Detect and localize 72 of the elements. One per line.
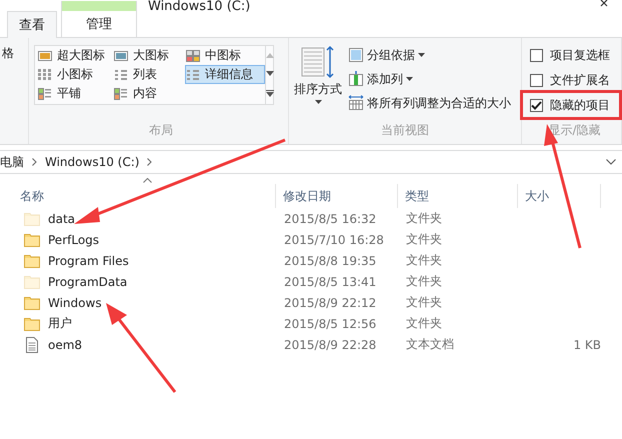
file-name[interactable]: oem8: [48, 338, 82, 352]
checkbox-label[interactable]: 隐藏的项目: [550, 96, 610, 114]
ribbon-tab[interactable]: 管理: [62, 11, 136, 37]
caret-icon: [418, 53, 425, 57]
view-command[interactable]: 分组依据: [348, 45, 511, 65]
date-cell-text: 2015/8/9 22:12: [283, 296, 378, 310]
file-name[interactable]: 用户: [48, 315, 72, 332]
view-layout-icon: [38, 88, 52, 100]
file-name[interactable]: PerfLogs: [48, 232, 100, 246]
layout-option[interactable]: 平铺: [37, 84, 113, 103]
file-name[interactable]: Windows: [48, 296, 102, 310]
checkbox-label[interactable]: 项目复选框: [550, 46, 610, 64]
file-name[interactable]: data: [48, 212, 76, 226]
group-label: 布局: [149, 122, 173, 139]
column-header[interactable]: 修改日期: [276, 184, 398, 208]
date-cell-text: 2015/8/8 19:35: [283, 254, 378, 268]
column-header[interactable]: 类型: [398, 184, 518, 208]
size-cell: 1 KB: [573, 338, 601, 352]
sort-icon: [301, 45, 335, 79]
date-cell-text: 2015/7/10 16:28: [283, 232, 385, 246]
type-cell-text: 文件夹: [405, 315, 443, 332]
sort-ascending-icon: [143, 178, 152, 183]
view-command[interactable]: 将所有列调整为合适的大小: [348, 93, 511, 113]
view-layout-icon: [186, 68, 200, 80]
checkbox[interactable]: [530, 74, 543, 86]
view-layout-icon: [114, 68, 128, 80]
type-cell-text: 文件夹: [405, 231, 443, 248]
breadcrumb[interactable]: Windows10 (C:): [45, 155, 140, 169]
command-icon: [348, 95, 364, 111]
layout-option[interactable]: 超大图标: [37, 46, 113, 65]
layout-option[interactable]: 列表: [113, 65, 185, 84]
view-layout-icon: [38, 68, 52, 80]
dropdown-icon[interactable]: [606, 159, 616, 165]
layout-option[interactable]: 详细信息: [185, 65, 265, 84]
view-layout-icon: [114, 50, 128, 62]
layout-option[interactable]: 内容: [113, 84, 185, 103]
view-layout-icon: [38, 50, 52, 62]
date-cell-text: 2015/8/5 16:32: [283, 212, 378, 226]
sort-by-button[interactable]: 排序方式: [294, 45, 342, 113]
file-name[interactable]: Program Files: [48, 254, 129, 268]
chevron-icon[interactable]: [32, 158, 37, 166]
window-title: Windows10 (C:): [148, 0, 250, 14]
checkbox[interactable]: [530, 48, 543, 62]
type-cell-text: 文件夹: [405, 252, 443, 269]
type-cell-text: 文本文档: [405, 336, 455, 353]
checkbox-label[interactable]: 文件扩展名: [550, 72, 610, 88]
command-icon: [348, 71, 364, 87]
type-cell-text: 文件夹: [405, 210, 443, 227]
caret-icon: [314, 100, 322, 104]
date-cell-text: 2015/8/9 22:28: [283, 338, 378, 352]
ribbon-tab[interactable]: 查看: [7, 11, 57, 38]
type-cell-text: 文件夹: [405, 273, 443, 290]
layout-option[interactable]: 小图标: [37, 65, 113, 84]
command-icon: [348, 47, 364, 63]
column-header[interactable]: 大小: [518, 184, 601, 208]
type-cell-text: 文件夹: [405, 294, 443, 311]
layout-option[interactable]: 中图标: [185, 46, 265, 65]
caret-icon: [406, 77, 413, 81]
pane-label[interactable]: 格: [2, 45, 28, 62]
checkbox[interactable]: [530, 98, 543, 112]
view-layout-icon: [114, 88, 128, 100]
group-label: 当前视图: [381, 122, 429, 139]
view-layout-icon: [186, 50, 200, 62]
scroll-down-icon[interactable]: [266, 71, 274, 76]
file-name[interactable]: ProgramData: [48, 274, 128, 288]
date-cell-text: 2015/8/5 13:41: [283, 274, 378, 288]
expand-gallery-icon[interactable]: [266, 90, 274, 98]
chevron-icon[interactable]: [147, 158, 152, 166]
breadcrumb[interactable]: 电脑: [0, 154, 24, 170]
date-cell-text: 2015/8/5 12:56: [283, 316, 378, 330]
view-command[interactable]: 添加列: [348, 69, 511, 89]
layout-option[interactable]: 大图标: [113, 46, 185, 65]
